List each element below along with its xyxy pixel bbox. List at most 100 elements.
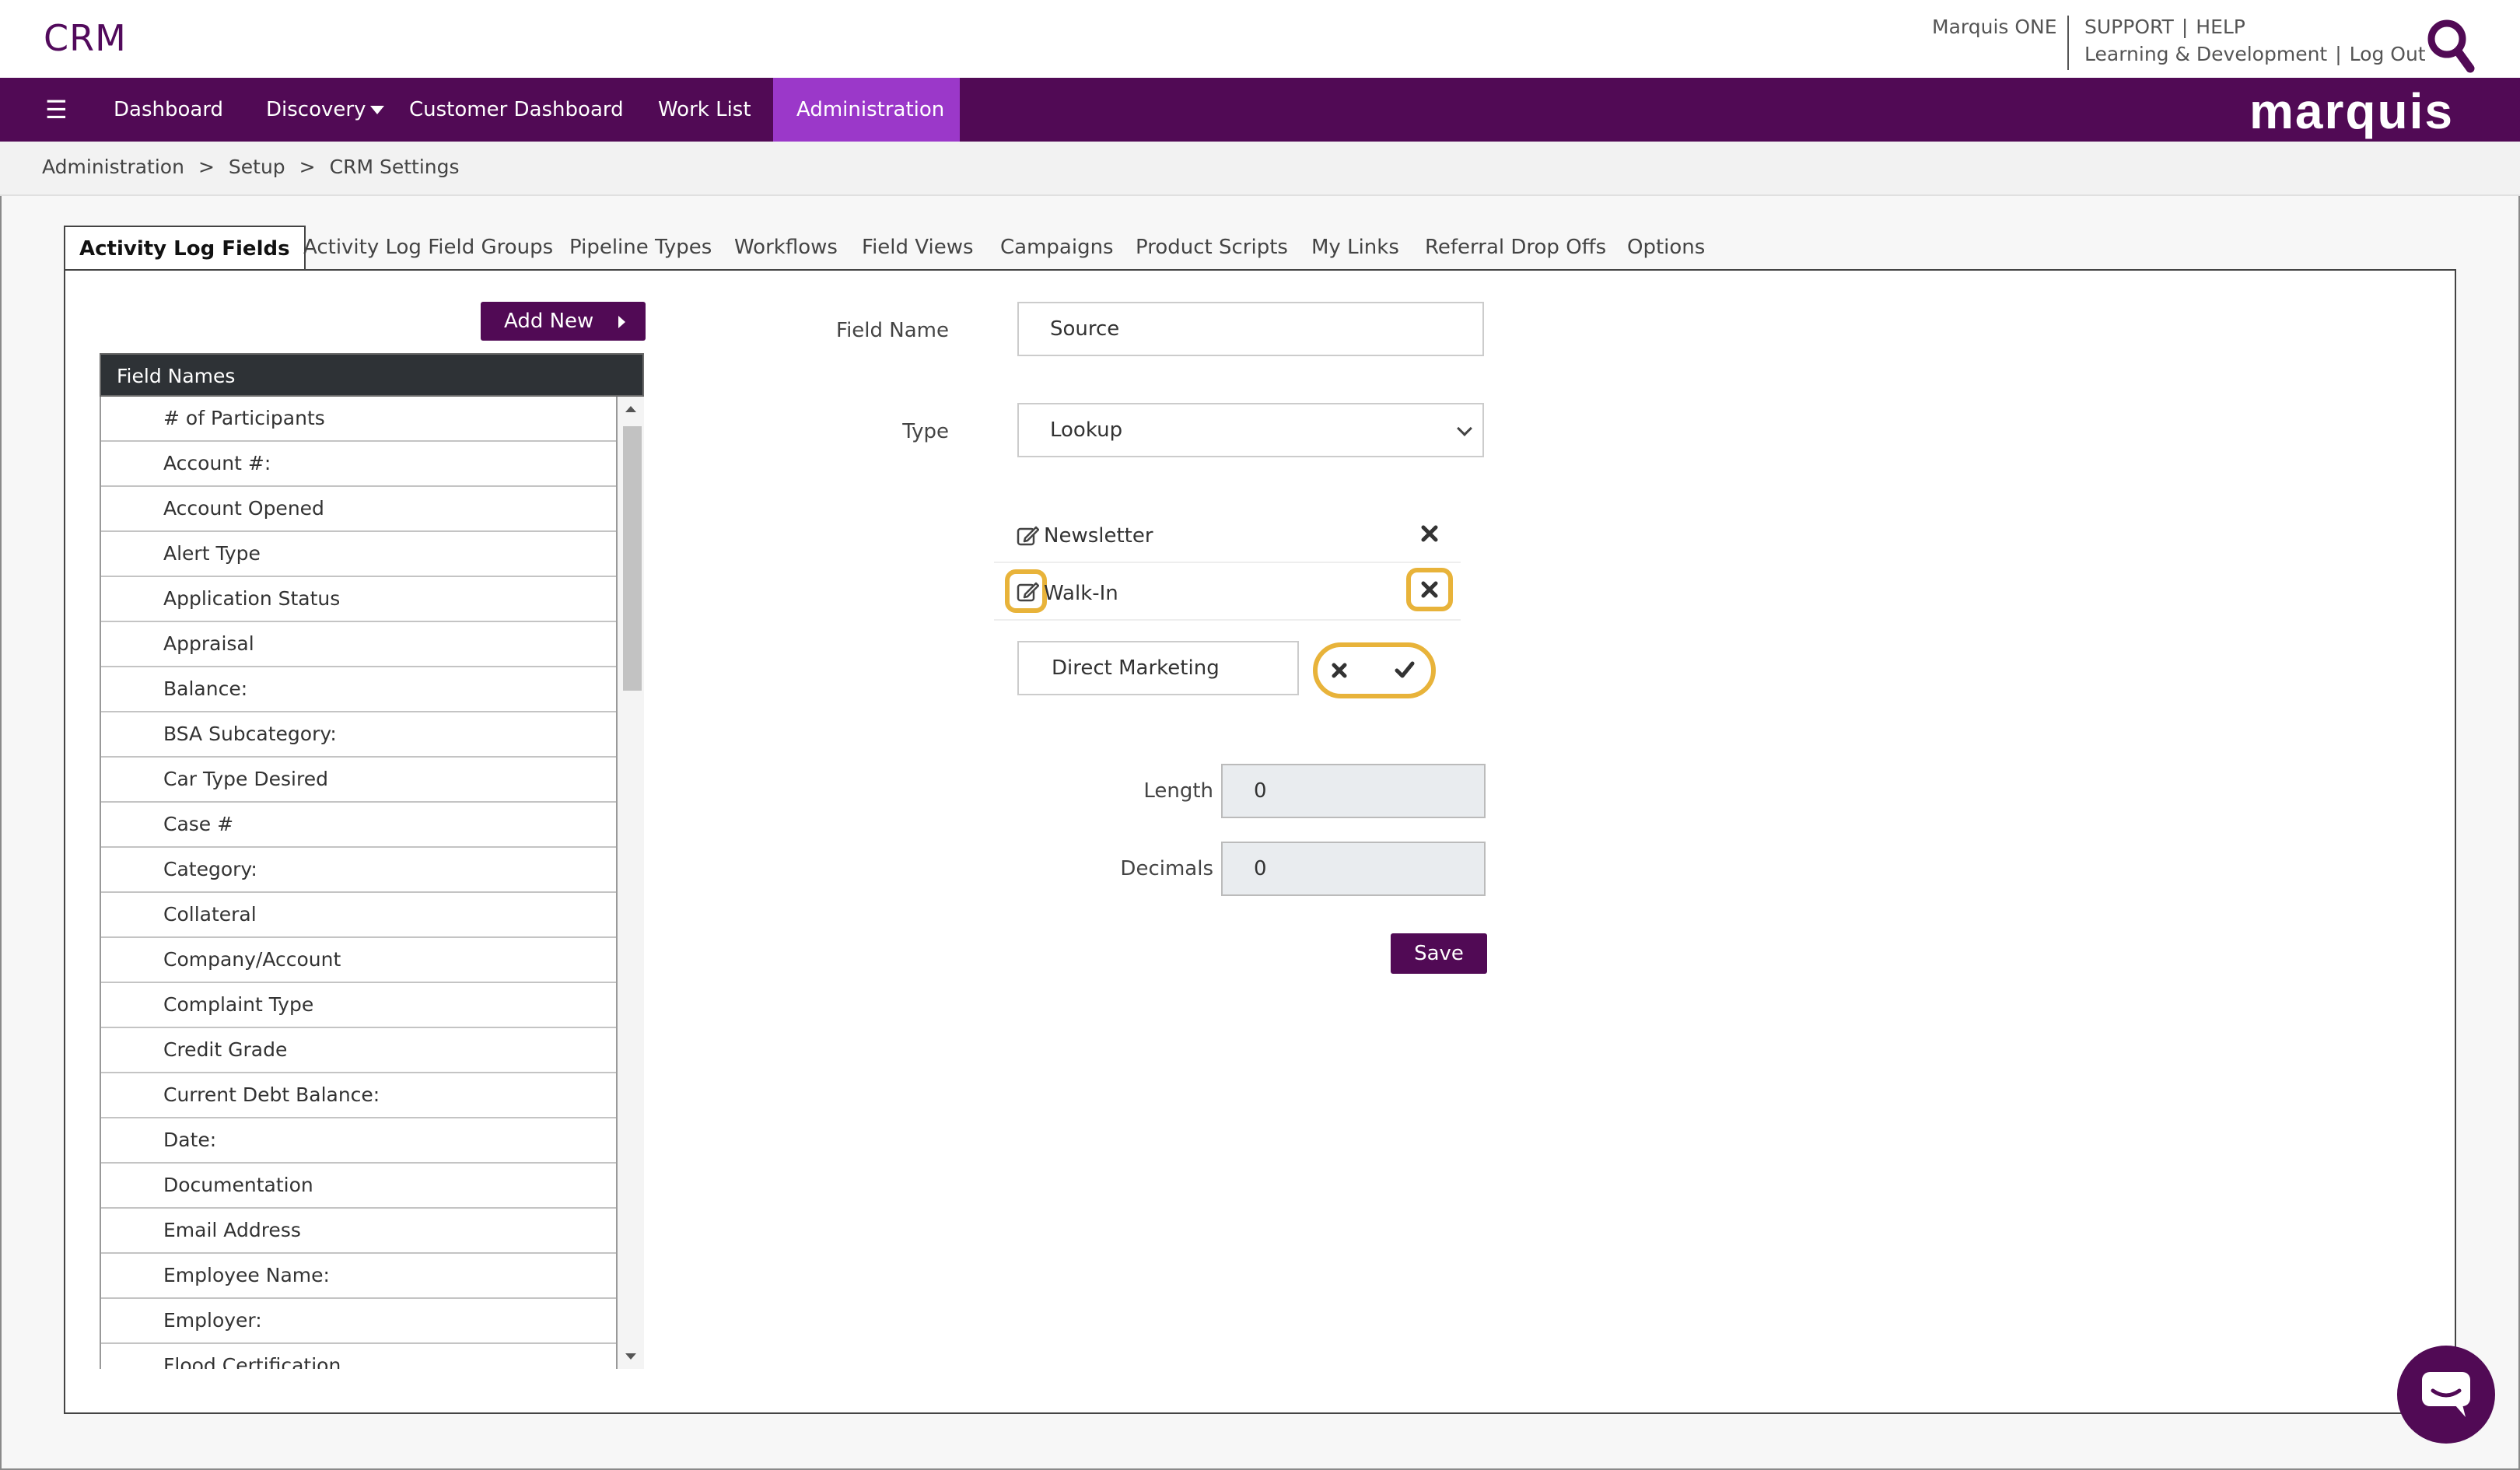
length-label: Length [1143,779,1213,803]
header-divider [2067,16,2069,70]
breadcrumb-separator: > [198,156,215,178]
scrollbar-thumb[interactable] [623,426,642,691]
field-list-header: Field Names [100,353,644,397]
list-item[interactable]: Application Status [101,577,616,622]
list-item[interactable]: Flood Certification [101,1344,616,1369]
list-item[interactable]: Collateral [101,893,616,938]
tab-activity-log-fields[interactable]: Activity Log Fields [64,226,306,271]
add-new-button[interactable]: Add New [481,302,646,341]
list-item[interactable]: Account #: [101,442,616,487]
delete-icon[interactable] [1419,579,1440,600]
nav-administration-label: Administration [796,98,945,121]
field-name-label: Field Name [836,319,949,342]
list-item[interactable]: Documentation [101,1164,616,1209]
hamburger-icon[interactable]: ☰ [45,95,68,124]
link-separator: | [2335,43,2342,65]
list-item[interactable]: Case # [101,803,616,848]
list-item[interactable]: # of Participants [101,397,616,442]
tab-product-scripts[interactable]: Product Scripts [1136,226,1288,269]
support-help-links: SUPPORT | HELP [2084,16,2245,38]
marquis-one-link[interactable]: Marquis ONE [1932,16,2057,38]
chat-widget-button[interactable] [2397,1346,2495,1444]
breadcrumb-separator: > [299,156,316,178]
learning-development-link[interactable]: Learning & Development [2084,43,2327,65]
breadcrumb-setup[interactable]: Setup [229,156,285,178]
breadcrumb-administration[interactable]: Administration [42,156,184,178]
nav-dashboard-label: Dashboard [114,98,224,121]
field-name-input[interactable] [1017,302,1484,356]
caret-down-icon [370,106,385,114]
chevron-down-icon [1457,421,1472,436]
nav-discovery[interactable]: Discovery [266,78,385,142]
tab-activity-log-field-groups[interactable]: Activity Log Field Groups [303,226,553,269]
list-item[interactable]: Category: [101,848,616,893]
list-item[interactable]: Email Address [101,1209,616,1254]
type-label: Type [902,420,949,443]
breadcrumb: Administration > Setup > CRM Settings [0,142,2520,196]
list-item[interactable]: BSA Subcategory: [101,712,616,758]
caret-right-icon [618,316,625,328]
lookup-item-label: Walk-In [1044,582,1118,605]
content-panel: Add New Field Names # of Participants Ac… [64,269,2456,1414]
list-item[interactable]: Balance: [101,667,616,712]
search-icon[interactable] [2425,17,2475,73]
tab-campaigns[interactable]: Campaigns [1000,226,1114,269]
list-item[interactable]: Credit Grade [101,1028,616,1073]
list-item[interactable]: Current Debt Balance: [101,1073,616,1118]
link-separator: | [2181,16,2189,38]
list-scrollbar[interactable] [618,397,644,1369]
list-item[interactable]: Account Opened [101,487,616,532]
list-item[interactable]: Alert Type [101,532,616,577]
help-link[interactable]: HELP [2196,16,2245,38]
list-item[interactable]: Company/Account [101,938,616,983]
lookup-item-walk-in: Walk-In [994,563,1461,621]
list-item[interactable]: Employer: [101,1299,616,1344]
nav-dashboard[interactable]: Dashboard [114,78,223,142]
nav-work-list-label: Work List [658,98,751,121]
top-header: CRM Marquis ONE SUPPORT | HELP Learning & … [0,0,2520,78]
confirm-check-icon[interactable] [1394,660,1416,680]
list-item[interactable]: Car Type Desired [101,758,616,803]
nav-customer-dashboard-label: Customer Dashboard [409,98,624,121]
list-item[interactable]: Date: [101,1118,616,1164]
delete-icon[interactable] [1419,523,1440,544]
chat-icon [2422,1372,2470,1417]
lookup-item-newsletter: Newsletter [994,506,1461,563]
app-title: CRM [44,17,127,59]
tab-workflows[interactable]: Workflows [734,226,838,269]
nav-administration[interactable]: Administration [773,78,960,178]
type-select-value: Lookup [1050,418,1123,442]
length-input [1221,764,1486,818]
decimals-input [1221,842,1486,896]
decimals-label: Decimals [1120,857,1213,880]
tab-field-views[interactable]: Field Views [862,226,974,269]
scroll-down-icon[interactable] [625,1353,636,1360]
tab-referral-drop-offs[interactable]: Referral Drop Offs [1425,226,1606,269]
breadcrumb-crm-settings: CRM Settings [329,156,460,178]
save-button[interactable]: Save [1391,933,1487,974]
main-nav: ☰ Dashboard Discovery Customer Dashboard… [0,78,2520,178]
add-new-label: Add New [504,310,594,333]
type-select[interactable]: Lookup [1017,403,1484,457]
scroll-up-icon[interactable] [625,406,636,412]
learning-logout-links: Learning & Development | Log Out [2084,43,2426,65]
support-link[interactable]: SUPPORT [2084,16,2174,38]
edit-icon[interactable] [1016,580,1039,604]
nav-work-list[interactable]: Work List [658,78,751,142]
new-lookup-value-input[interactable] [1017,641,1299,695]
nav-customer-dashboard[interactable]: Customer Dashboard [409,78,624,142]
tab-my-links[interactable]: My Links [1311,226,1399,269]
edit-icon[interactable] [1016,524,1039,548]
list-item[interactable]: Appraisal [101,622,616,667]
list-item[interactable]: Employee Name: [101,1254,616,1299]
nav-discovery-label: Discovery [266,98,366,121]
field-names-list[interactable]: # of Participants Account #: Account Ope… [100,397,618,1369]
list-item[interactable]: Complaint Type [101,983,616,1028]
logout-link[interactable]: Log Out [2350,43,2426,65]
tab-pipeline-types[interactable]: Pipeline Types [569,226,712,269]
cancel-icon[interactable] [1330,661,1349,680]
marquis-logo: marquis [2249,83,2454,139]
lookup-item-label: Newsletter [1044,524,1153,548]
edit-actions-group [1313,642,1436,698]
tab-options[interactable]: Options [1627,226,1705,269]
